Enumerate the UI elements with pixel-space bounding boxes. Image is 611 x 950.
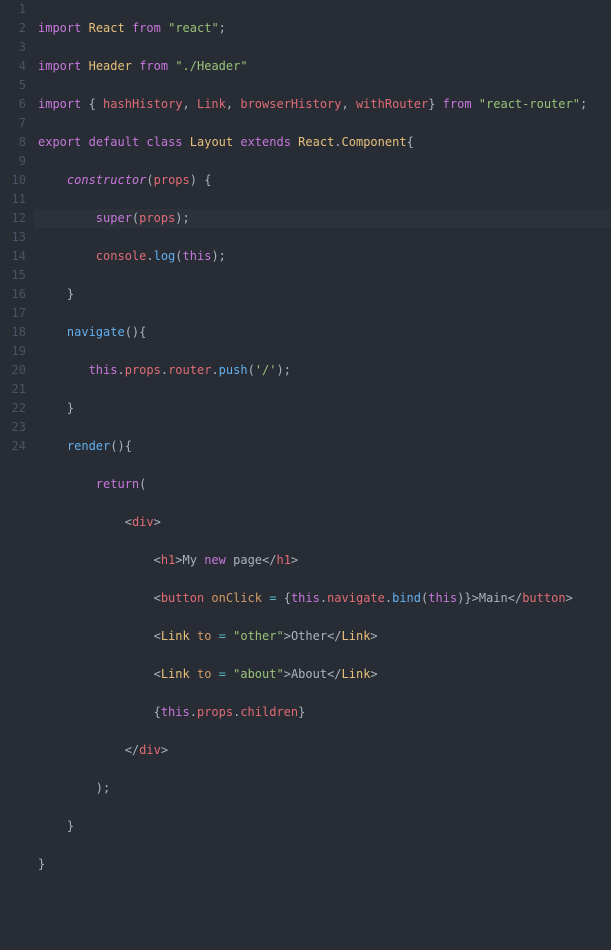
line-number: 3 — [0, 38, 26, 57]
line-number: 18 — [0, 323, 26, 342]
line-number: 15 — [0, 266, 26, 285]
code-line[interactable]: } — [38, 285, 611, 304]
code-line[interactable]: <h1>My new page</h1> — [38, 551, 611, 570]
code-line[interactable]: <Link to = "about">About</Link> — [38, 665, 611, 684]
code-line[interactable]: constructor(props) { — [38, 171, 611, 190]
code-line[interactable]: <Link to = "other">Other</Link> — [38, 627, 611, 646]
code-area[interactable]: import React from "react"; import Header… — [34, 0, 611, 504]
line-number: 2 — [0, 19, 26, 38]
line-number: 20 — [0, 361, 26, 380]
line-number: 24 — [0, 437, 26, 456]
line-number: 13 — [0, 228, 26, 247]
code-line[interactable]: } — [38, 855, 611, 874]
code-line[interactable]: <div> — [38, 513, 611, 532]
code-line[interactable]: </div> — [38, 741, 611, 760]
code-line[interactable]: <button onClick = {this.navigate.bind(th… — [38, 589, 611, 608]
line-number: 6 — [0, 95, 26, 114]
line-number: 16 — [0, 285, 26, 304]
line-number: 12 — [0, 209, 26, 228]
line-number: 10 — [0, 171, 26, 190]
line-number: 23 — [0, 418, 26, 437]
code-line[interactable]: ); — [38, 779, 611, 798]
code-line[interactable]: import React from "react"; — [38, 19, 611, 38]
code-line[interactable]: this.props.router.push('/'); — [38, 361, 611, 380]
line-number: 9 — [0, 152, 26, 171]
code-line[interactable]: return( — [38, 475, 611, 494]
line-number: 5 — [0, 76, 26, 95]
line-number-gutter: 1 2 3 4 5 6 7 8 9 10 11 12 13 14 15 16 1… — [0, 0, 34, 504]
code-line[interactable] — [38, 893, 611, 912]
code-line[interactable]: } — [38, 399, 611, 418]
line-number: 22 — [0, 399, 26, 418]
code-line[interactable]: export default class Layout extends Reac… — [38, 133, 611, 152]
line-number: 14 — [0, 247, 26, 266]
line-number: 17 — [0, 304, 26, 323]
line-number: 19 — [0, 342, 26, 361]
code-line[interactable]: render(){ — [38, 437, 611, 456]
line-number: 1 — [0, 0, 26, 19]
line-number: 8 — [0, 133, 26, 152]
code-line[interactable]: {this.props.children} — [38, 703, 611, 722]
line-number: 4 — [0, 57, 26, 76]
code-line[interactable]: navigate(){ — [38, 323, 611, 342]
line-number: 11 — [0, 190, 26, 209]
line-number: 7 — [0, 114, 26, 133]
code-line[interactable]: import Header from "./Header" — [38, 57, 611, 76]
code-line-active[interactable]: super(props); — [34, 209, 611, 228]
code-editor[interactable]: 1 2 3 4 5 6 7 8 9 10 11 12 13 14 15 16 1… — [0, 0, 611, 504]
code-line[interactable]: import { hashHistory, Link, browserHisto… — [38, 95, 611, 114]
line-number: 21 — [0, 380, 26, 399]
code-line[interactable]: console.log(this); — [38, 247, 611, 266]
code-line[interactable]: } — [38, 817, 611, 836]
